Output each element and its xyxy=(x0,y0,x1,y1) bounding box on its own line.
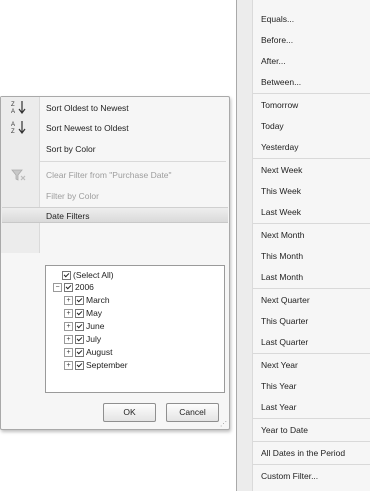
clear-filter-icon xyxy=(11,168,27,182)
date-filter-this-quarter[interactable]: This Quarter xyxy=(261,314,308,328)
month-row[interactable]: + May xyxy=(64,307,102,319)
date-filters[interactable]: Date Filters xyxy=(2,207,228,223)
date-filter-custom[interactable]: Custom Filter... xyxy=(261,469,318,483)
expand-icon[interactable]: + xyxy=(64,322,73,332)
separator xyxy=(253,464,370,465)
sort-ascending-icon: Z A xyxy=(11,100,27,114)
checkbox-checked-icon[interactable] xyxy=(75,335,84,345)
checkbox-checked-icon[interactable] xyxy=(64,283,73,293)
sort-by-color[interactable]: Sort by Color xyxy=(46,141,96,157)
sort-descending-icon: A Z xyxy=(11,120,27,134)
month-row[interactable]: + August xyxy=(64,346,112,358)
checkbox-checked-icon[interactable] xyxy=(75,348,84,358)
select-all-row[interactable]: (Select All) xyxy=(62,269,114,281)
date-filter-next-week[interactable]: Next Week xyxy=(261,163,302,177)
svg-text:Z: Z xyxy=(11,102,15,108)
autofilter-menu: Z A Sort Oldest to Newest A Z Sort Newes… xyxy=(0,96,230,430)
clear-filter[interactable]: Clear Filter from "Purchase Date" xyxy=(46,167,172,183)
month-label: July xyxy=(86,334,102,344)
date-filter-this-week[interactable]: This Week xyxy=(261,184,301,198)
expand-icon[interactable]: + xyxy=(64,348,73,358)
separator xyxy=(253,223,370,224)
separator xyxy=(253,288,370,289)
month-label: March xyxy=(86,295,110,305)
month-row[interactable]: + June xyxy=(64,320,104,332)
date-filter-this-month[interactable]: This Month xyxy=(261,249,303,263)
cancel-button[interactable]: Cancel xyxy=(166,403,219,422)
date-filter-all-dates-in-period[interactable]: All Dates in the Period xyxy=(261,446,345,460)
date-filter-today[interactable]: Today xyxy=(261,119,284,133)
ok-button[interactable]: OK xyxy=(103,403,156,422)
month-row[interactable]: + July xyxy=(64,333,101,345)
expand-icon[interactable]: + xyxy=(64,296,73,306)
date-filter-last-year[interactable]: Last Year xyxy=(261,400,296,414)
sort-newest-to-oldest[interactable]: Sort Newest to Oldest xyxy=(46,120,129,136)
date-filter-next-month[interactable]: Next Month xyxy=(261,228,304,242)
expand-icon[interactable]: + xyxy=(64,335,73,345)
month-label: August xyxy=(86,347,113,357)
date-filter-next-quarter[interactable]: Next Quarter xyxy=(261,293,310,307)
month-label: May xyxy=(86,308,103,318)
collapse-icon[interactable]: − xyxy=(53,283,62,293)
date-filter-last-month[interactable]: Last Month xyxy=(261,270,303,284)
checkbox-checked-icon[interactable] xyxy=(75,361,84,371)
separator xyxy=(253,418,370,419)
checkbox-checked-icon[interactable] xyxy=(75,296,84,306)
svg-text:Z: Z xyxy=(11,129,15,134)
date-filters-submenu: Equals... Before... After... Between... … xyxy=(236,0,370,491)
separator xyxy=(253,158,370,159)
checkbox-checked-icon[interactable] xyxy=(75,322,84,332)
date-filter-between[interactable]: Between... xyxy=(261,75,301,89)
values-tree[interactable]: (Select All) − 2006 + March + May + June + Ju… xyxy=(45,265,225,393)
expand-icon[interactable]: + xyxy=(64,361,73,371)
separator xyxy=(253,93,370,94)
svg-text:A: A xyxy=(11,122,15,128)
separator xyxy=(253,441,370,442)
date-filter-after[interactable]: After... xyxy=(261,54,286,68)
year-row[interactable]: − 2006 xyxy=(53,281,94,293)
month-row[interactable]: + September xyxy=(64,359,128,371)
resize-grip-icon[interactable]: ⋰ xyxy=(220,420,227,428)
date-filter-tomorrow[interactable]: Tomorrow xyxy=(261,98,298,112)
date-filter-year-to-date[interactable]: Year to Date xyxy=(261,423,308,437)
date-filter-equals[interactable]: Equals... xyxy=(261,12,294,26)
filter-by-color[interactable]: Filter by Color xyxy=(46,188,99,204)
date-filter-last-week[interactable]: Last Week xyxy=(261,205,301,219)
select-all-label: (Select All) xyxy=(73,270,114,280)
date-filter-next-year[interactable]: Next Year xyxy=(261,358,298,372)
year-label: 2006 xyxy=(75,282,94,292)
checkbox-checked-icon[interactable] xyxy=(62,271,71,281)
month-label: September xyxy=(86,360,128,370)
checkbox-checked-icon[interactable] xyxy=(75,309,84,319)
sort-oldest-to-newest[interactable]: Sort Oldest to Newest xyxy=(46,100,129,116)
month-row[interactable]: + March xyxy=(64,294,110,306)
expand-icon[interactable]: + xyxy=(64,309,73,319)
month-label: June xyxy=(86,321,105,331)
separator xyxy=(253,353,370,354)
separator xyxy=(40,161,226,162)
date-filter-last-quarter[interactable]: Last Quarter xyxy=(261,335,308,349)
svg-text:A: A xyxy=(11,109,15,114)
date-filter-yesterday[interactable]: Yesterday xyxy=(261,140,299,154)
icon-gutter xyxy=(237,0,253,491)
date-filter-before[interactable]: Before... xyxy=(261,33,293,47)
date-filter-this-year[interactable]: This Year xyxy=(261,379,296,393)
